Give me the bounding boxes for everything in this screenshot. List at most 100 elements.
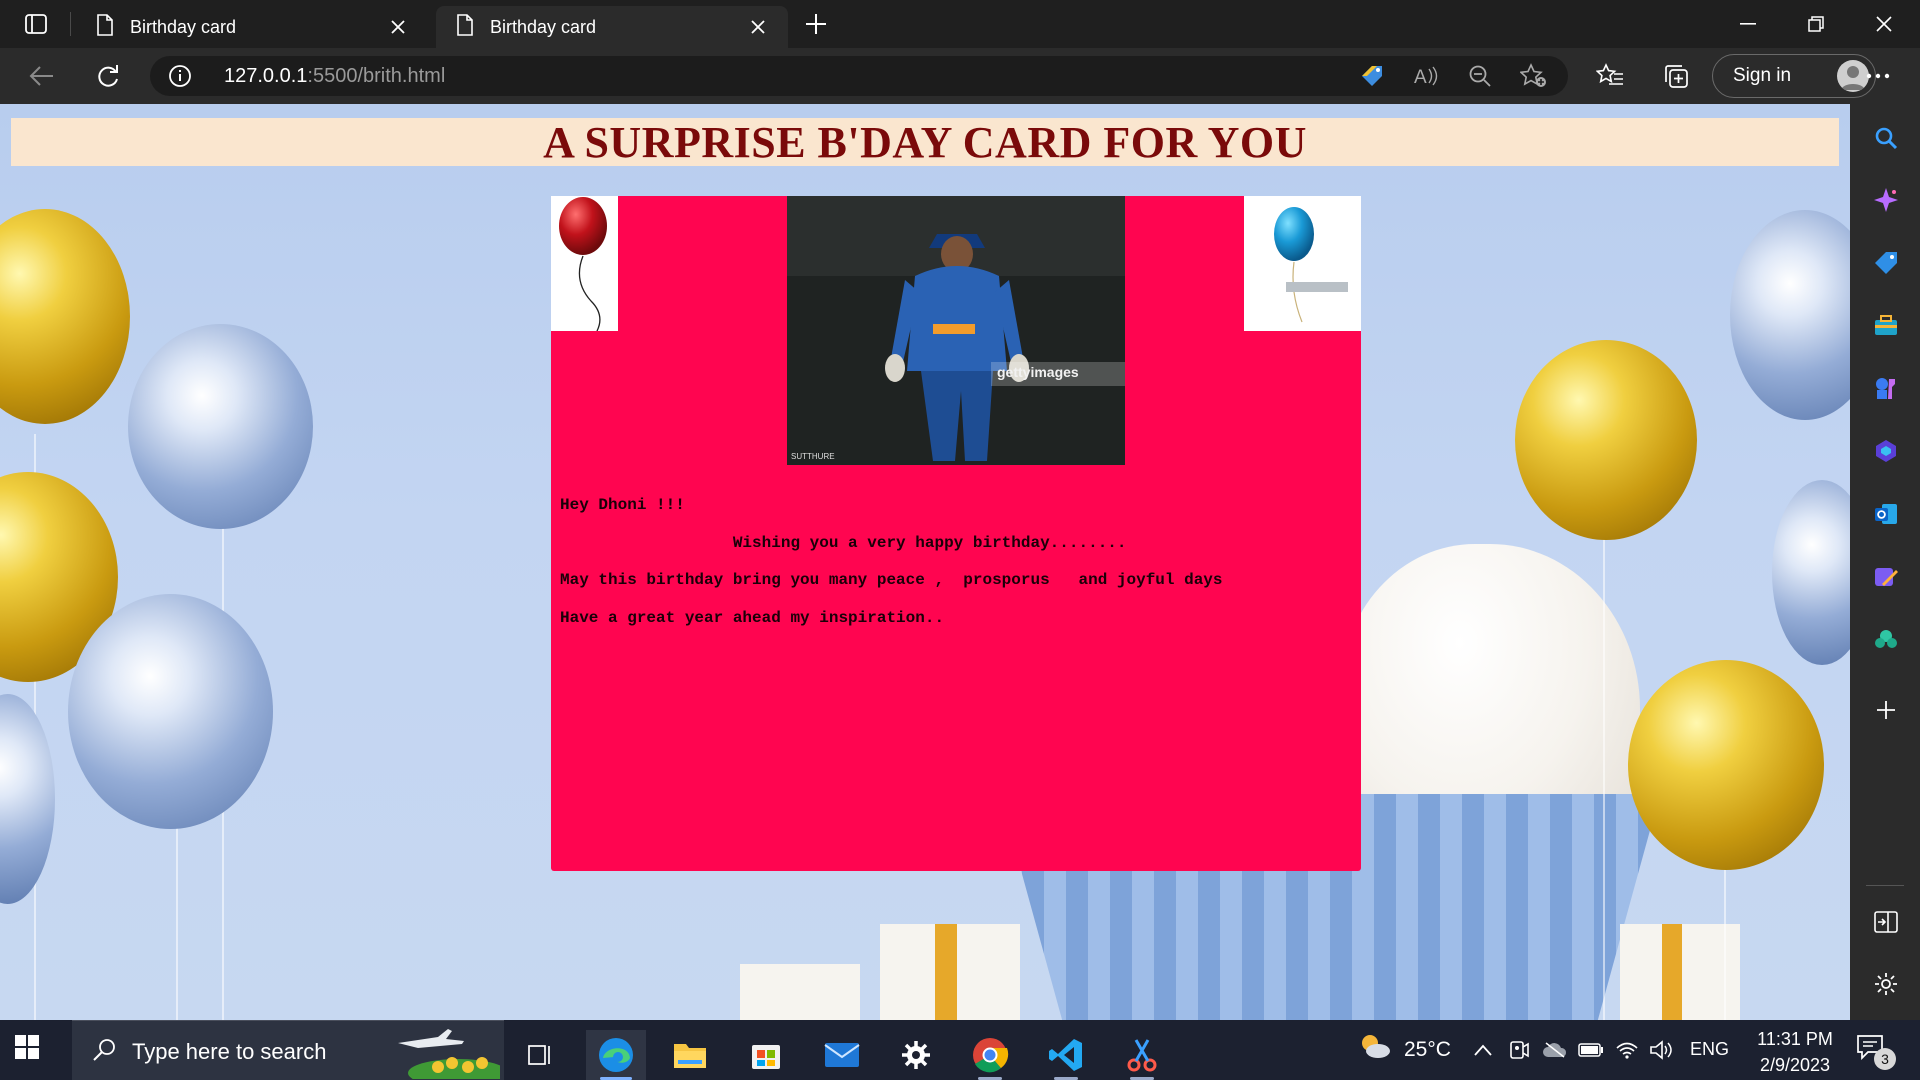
gift-ribbon — [1662, 924, 1682, 1020]
task-view-icon[interactable] — [510, 1030, 570, 1080]
windows-start-button[interactable] — [14, 1034, 46, 1066]
red-balloon-image — [551, 196, 618, 331]
edge-icon[interactable] — [586, 1030, 646, 1080]
meet-now-icon[interactable] — [1506, 1038, 1532, 1062]
page-icon — [456, 13, 474, 41]
photo-caption: SUTTHURE — [791, 452, 835, 461]
designer-icon[interactable] — [1872, 563, 1900, 591]
silver-balloon — [128, 324, 313, 529]
balloon-string — [1724, 864, 1726, 1020]
silver-balloon — [1772, 480, 1850, 665]
tab-actions-icon[interactable] — [16, 10, 56, 38]
birthday-card: gettyimages SUTTHURE Hey Dhoni !!! Wishi… — [551, 196, 1361, 871]
windows-logo-icon — [15, 1035, 39, 1059]
settings-icon[interactable] — [886, 1030, 946, 1080]
clock[interactable]: 11:31 PM 2/9/2023 — [1740, 1026, 1850, 1078]
photo-watermark: gettyimages — [991, 362, 1125, 386]
wifi-icon[interactable] — [1614, 1038, 1640, 1062]
close-icon[interactable] — [386, 15, 410, 39]
file-explorer-icon[interactable] — [660, 1030, 720, 1080]
microsoft-store-icon[interactable] — [736, 1030, 796, 1080]
dhoni-photo: gettyimages SUTTHURE — [787, 196, 1125, 465]
page-viewport: A SURPRISE B'DAY CARD FOR YOU gettyimage… — [0, 104, 1850, 1020]
favorites-button[interactable] — [1592, 58, 1628, 94]
search-placeholder: Type here to search — [132, 1039, 327, 1064]
mail-icon[interactable] — [812, 1030, 872, 1080]
refresh-icon — [98, 65, 118, 87]
notification-count: 3 — [1874, 1048, 1896, 1070]
browser-toolbar: 127.0.0.1:5500/brith.html A Sign in — [0, 48, 1920, 104]
taskbar: Type here to search 25°C ENG 11:31 PM 2/… — [0, 1020, 1920, 1080]
microsoft-365-icon[interactable] — [1872, 437, 1900, 465]
address-bar[interactable]: 127.0.0.1:5500/brith.html A — [150, 56, 1568, 96]
snipping-tool-icon[interactable] — [1112, 1030, 1172, 1080]
blue-balloon-image — [1244, 196, 1361, 331]
favorites-icon — [1596, 63, 1623, 85]
language-indicator[interactable]: ENG — [1690, 1039, 1729, 1060]
silver-balloon — [0, 694, 55, 904]
search-icon[interactable] — [1872, 124, 1900, 152]
collections-icon — [1665, 65, 1688, 88]
split-screen-icon[interactable] — [1872, 908, 1900, 936]
refresh-button[interactable] — [90, 58, 126, 94]
close-icon — [1876, 16, 1892, 32]
read-aloud-icon[interactable]: A — [1413, 64, 1441, 88]
battery-icon[interactable] — [1578, 1038, 1604, 1062]
tab-title: Birthday card — [130, 16, 237, 37]
clock-date: 2/9/2023 — [1759, 1055, 1831, 1075]
notifications-button[interactable]: 3 — [1856, 1034, 1896, 1070]
taskbar-search[interactable]: Type here to search — [72, 1020, 508, 1080]
weather-icon[interactable] — [1356, 1034, 1392, 1058]
greeting-line: Hey Dhoni !!! — [560, 496, 685, 514]
more-button[interactable] — [1860, 58, 1896, 94]
close-icon[interactable] — [746, 15, 770, 39]
star-plus-icon[interactable] — [1520, 63, 1548, 88]
shopping-icon[interactable] — [1872, 249, 1900, 277]
silver-balloon — [68, 594, 273, 829]
onedrive-icon[interactable] — [1542, 1038, 1568, 1062]
tag-icon[interactable] — [1358, 64, 1386, 88]
tab-birthday-card-2[interactable]: Birthday card — [436, 6, 788, 48]
outlook-icon[interactable] — [1872, 500, 1900, 528]
edge-sidebar — [1850, 104, 1920, 1020]
gift-ribbon — [935, 924, 957, 1020]
url-text[interactable]: 127.0.0.1:5500/brith.html — [224, 65, 445, 88]
chevron-up-icon[interactable] — [1470, 1038, 1496, 1062]
balloon-string — [176, 824, 178, 1020]
new-tab-button[interactable] — [800, 10, 832, 38]
games-icon[interactable] — [1872, 374, 1900, 402]
tab-strip: Birthday card Birthday card — [0, 0, 1920, 48]
plus-icon — [806, 14, 826, 34]
clock-time: 11:31 PM — [1757, 1029, 1833, 1049]
close-window-button[interactable] — [1850, 0, 1918, 48]
gold-balloon — [1515, 340, 1697, 540]
vscode-icon[interactable] — [1036, 1030, 1096, 1080]
weather-temperature[interactable]: 25°C — [1404, 1038, 1451, 1062]
back-arrow-icon — [29, 66, 53, 86]
wish-line: Wishing you a very happy birthday.......… — [560, 534, 1127, 552]
svg-text:A: A — [1414, 67, 1427, 87]
info-icon[interactable] — [168, 64, 192, 88]
tab-separator — [70, 12, 71, 36]
minimize-button[interactable] — [1714, 0, 1782, 48]
copilot-icon[interactable] — [1872, 186, 1900, 214]
sign-in-label: Sign in — [1733, 65, 1792, 86]
zoom-out-icon[interactable] — [1466, 64, 1494, 88]
volume-icon[interactable] — [1648, 1038, 1674, 1062]
back-button[interactable] — [24, 58, 60, 94]
restore-icon — [1808, 16, 1824, 32]
add-icon[interactable] — [1872, 696, 1900, 724]
page-title: A SURPRISE B'DAY CARD FOR YOU — [543, 117, 1307, 167]
settings-icon[interactable] — [1872, 970, 1900, 998]
restore-button[interactable] — [1782, 0, 1850, 48]
balloon-string — [1603, 524, 1605, 1020]
gold-balloon — [1628, 660, 1824, 870]
sign-in-button[interactable]: Sign in — [1712, 54, 1876, 98]
drop-icon[interactable] — [1872, 626, 1900, 654]
tools-icon[interactable] — [1872, 311, 1900, 339]
chrome-icon[interactable] — [960, 1030, 1020, 1080]
collections-button[interactable] — [1658, 58, 1694, 94]
minimize-icon — [1740, 23, 1756, 25]
tab-birthday-card-1[interactable]: Birthday card — [76, 6, 428, 48]
message-line: May this birthday bring you many peace ,… — [560, 571, 1223, 589]
